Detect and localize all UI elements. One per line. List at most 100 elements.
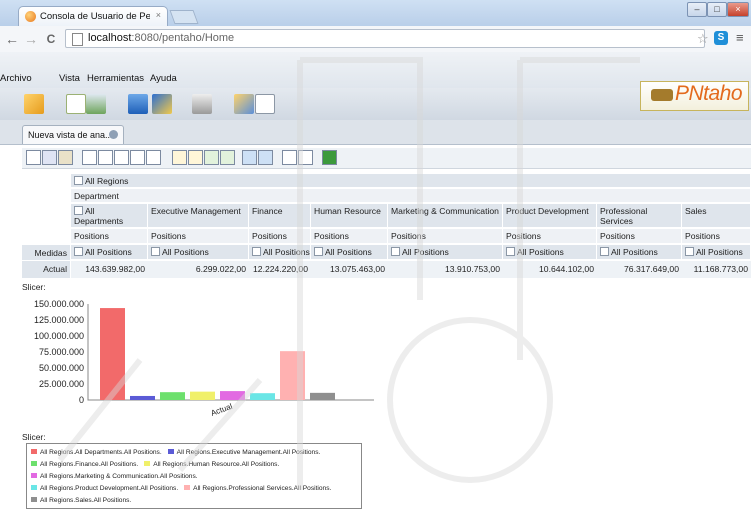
legend-swatch	[144, 461, 151, 466]
legend-row: All Regions.Finance.All Positions. All Re…	[31, 460, 285, 469]
open-folder-icon[interactable]	[24, 94, 44, 114]
column-header-member[interactable]: All Positions	[249, 245, 311, 260]
legend-item[interactable]: All Regions.Product Development.All Posi…	[31, 484, 178, 493]
back-arrow-icon[interactable]: ←	[3, 30, 21, 48]
address-bar[interactable]: localhost:8080/pentaho/Home	[65, 29, 705, 48]
column-header-regions[interactable]: All Regions	[71, 174, 751, 188]
pdf-export-icon[interactable]	[298, 150, 313, 165]
chart-bar[interactable]	[220, 391, 245, 400]
column-header-member[interactable]: All Positions	[597, 245, 682, 260]
chart-bar[interactable]	[100, 308, 125, 400]
new-tab-button[interactable]	[169, 10, 199, 24]
print-icon[interactable]	[192, 94, 212, 114]
chart-bar[interactable]	[160, 392, 185, 400]
column-header-member[interactable]: All Positions	[682, 245, 751, 260]
column-header-dept[interactable]: Marketing & Communication	[388, 204, 503, 228]
column-header-dept[interactable]: Human Resource	[311, 204, 388, 228]
collapse-icon[interactable]	[220, 150, 235, 165]
expand-icon[interactable]	[314, 247, 323, 256]
hide-empty-icon[interactable]	[98, 150, 113, 165]
bar-chart: 0 25.000.000 50.000.000 75.000.000 100.000.0…	[22, 292, 422, 430]
drill-member-icon[interactable]	[130, 150, 145, 165]
chart-bar[interactable]	[250, 393, 275, 400]
chart-bar[interactable]	[310, 392, 335, 400]
column-header-member[interactable]: All Positions	[71, 245, 148, 260]
chart-bar[interactable]	[280, 351, 305, 400]
column-header-dept[interactable]: Product Development	[503, 204, 597, 228]
column-header-measure: Positions	[682, 229, 751, 244]
pivot-value-cell: 143.639.982,00	[71, 261, 148, 278]
row-header-actual[interactable]: Actual	[22, 261, 70, 278]
bookmark-star-icon[interactable]: ☆	[697, 31, 709, 47]
expand-icon[interactable]	[600, 247, 609, 256]
column-header-member[interactable]: All Positions	[388, 245, 503, 260]
column-header-dept[interactable]: Sales	[682, 204, 751, 228]
reload-icon[interactable]: C	[42, 30, 60, 48]
column-header-member[interactable]: All Positions	[503, 245, 597, 260]
column-header-dept[interactable]: Finance	[249, 204, 311, 228]
window-close-button[interactable]: ×	[727, 2, 749, 17]
drill-replace-icon[interactable]	[172, 150, 187, 165]
menu-ayuda[interactable]: Ayuda	[150, 73, 177, 84]
legend-label: All Regions.Product Development.All Posi…	[40, 485, 179, 492]
browser-menu-icon[interactable]: ≡	[736, 30, 744, 45]
forward-arrow-icon[interactable]: →	[22, 30, 40, 48]
extension-icon[interactable]: S	[714, 31, 728, 45]
legend-swatch	[184, 485, 191, 490]
tab-close-icon[interactable]: ×	[156, 10, 161, 20]
show-chart-icon[interactable]	[242, 150, 257, 165]
chart-bar[interactable]	[130, 395, 155, 400]
legend-item[interactable]: All Regions.Sales.All Positions.	[31, 496, 131, 505]
collapse-icon[interactable]	[74, 206, 83, 215]
column-header-member[interactable]: All Positions	[148, 245, 249, 260]
swap-axes-icon[interactable]	[114, 150, 129, 165]
expand-icon[interactable]	[506, 247, 515, 256]
menu-vista[interactable]: Vista	[59, 73, 80, 84]
show-parent-icon[interactable]	[82, 150, 97, 165]
page-icon	[72, 33, 83, 46]
window-maximize-button[interactable]: □	[707, 2, 727, 17]
window-minimize-button[interactable]: –	[687, 2, 707, 17]
column-header-dept[interactable]: Professional Services	[597, 204, 682, 228]
new-document-icon[interactable]	[66, 94, 86, 114]
expand-icon[interactable]	[252, 247, 261, 256]
tab-close-icon[interactable]	[109, 130, 118, 139]
legend-item[interactable]: All Regions.All Departments.All Position…	[31, 448, 162, 457]
column-header-dept[interactable]: Executive Management	[148, 204, 249, 228]
expand-icon[interactable]	[151, 247, 160, 256]
expand-icon[interactable]	[74, 176, 83, 185]
new-analysis-icon[interactable]	[86, 94, 106, 114]
workspace-icon[interactable]	[234, 94, 254, 114]
column-header-member[interactable]: All Positions	[311, 245, 388, 260]
sort-icon[interactable]	[58, 150, 73, 165]
expand-icon[interactable]	[204, 150, 219, 165]
excel-export-icon[interactable]	[322, 150, 337, 165]
edit-icon[interactable]	[152, 94, 172, 114]
chart-bar[interactable]	[190, 391, 215, 400]
chart-config-icon[interactable]	[258, 150, 273, 165]
menu-archivo[interactable]: Archivo	[0, 73, 32, 84]
slicer-label: Slicer:	[22, 282, 46, 292]
expand-icon[interactable]	[74, 247, 83, 256]
expand-icon[interactable]	[685, 247, 694, 256]
print-preview-icon[interactable]	[282, 150, 297, 165]
column-header-measure: Positions	[597, 229, 682, 244]
column-header-dept[interactable]: All Departments	[71, 204, 148, 228]
expand-icon[interactable]	[391, 247, 400, 256]
drill-position-icon[interactable]	[146, 150, 161, 165]
mdx-editor-icon[interactable]	[42, 150, 57, 165]
analysis-view-tab[interactable]: Nueva vista de ana...	[22, 125, 124, 144]
cube-navigator-icon[interactable]	[26, 150, 41, 165]
legend-item[interactable]: All Regions.Marketing & Communication.Al…	[31, 472, 198, 481]
menu-herramientas[interactable]: Herramientas	[87, 73, 144, 84]
legend-item[interactable]: All Regions.Executive Management.All Pos…	[167, 448, 320, 457]
pivot-value-cell: 10.644.102,00	[503, 261, 597, 278]
drill-through-icon[interactable]	[188, 150, 203, 165]
legend-item[interactable]: All Regions.Human Resource.All Positions…	[144, 460, 279, 469]
browser-tab[interactable]: Consola de Usuario de Pen ×	[18, 6, 168, 26]
save-icon[interactable]	[128, 94, 148, 114]
legend-item[interactable]: All Regions.Finance.All Positions.	[31, 460, 138, 469]
logo-mark-icon	[651, 89, 673, 101]
properties-icon[interactable]	[255, 94, 275, 114]
legend-item[interactable]: All Regions.Professional Services.All Po…	[184, 484, 331, 493]
